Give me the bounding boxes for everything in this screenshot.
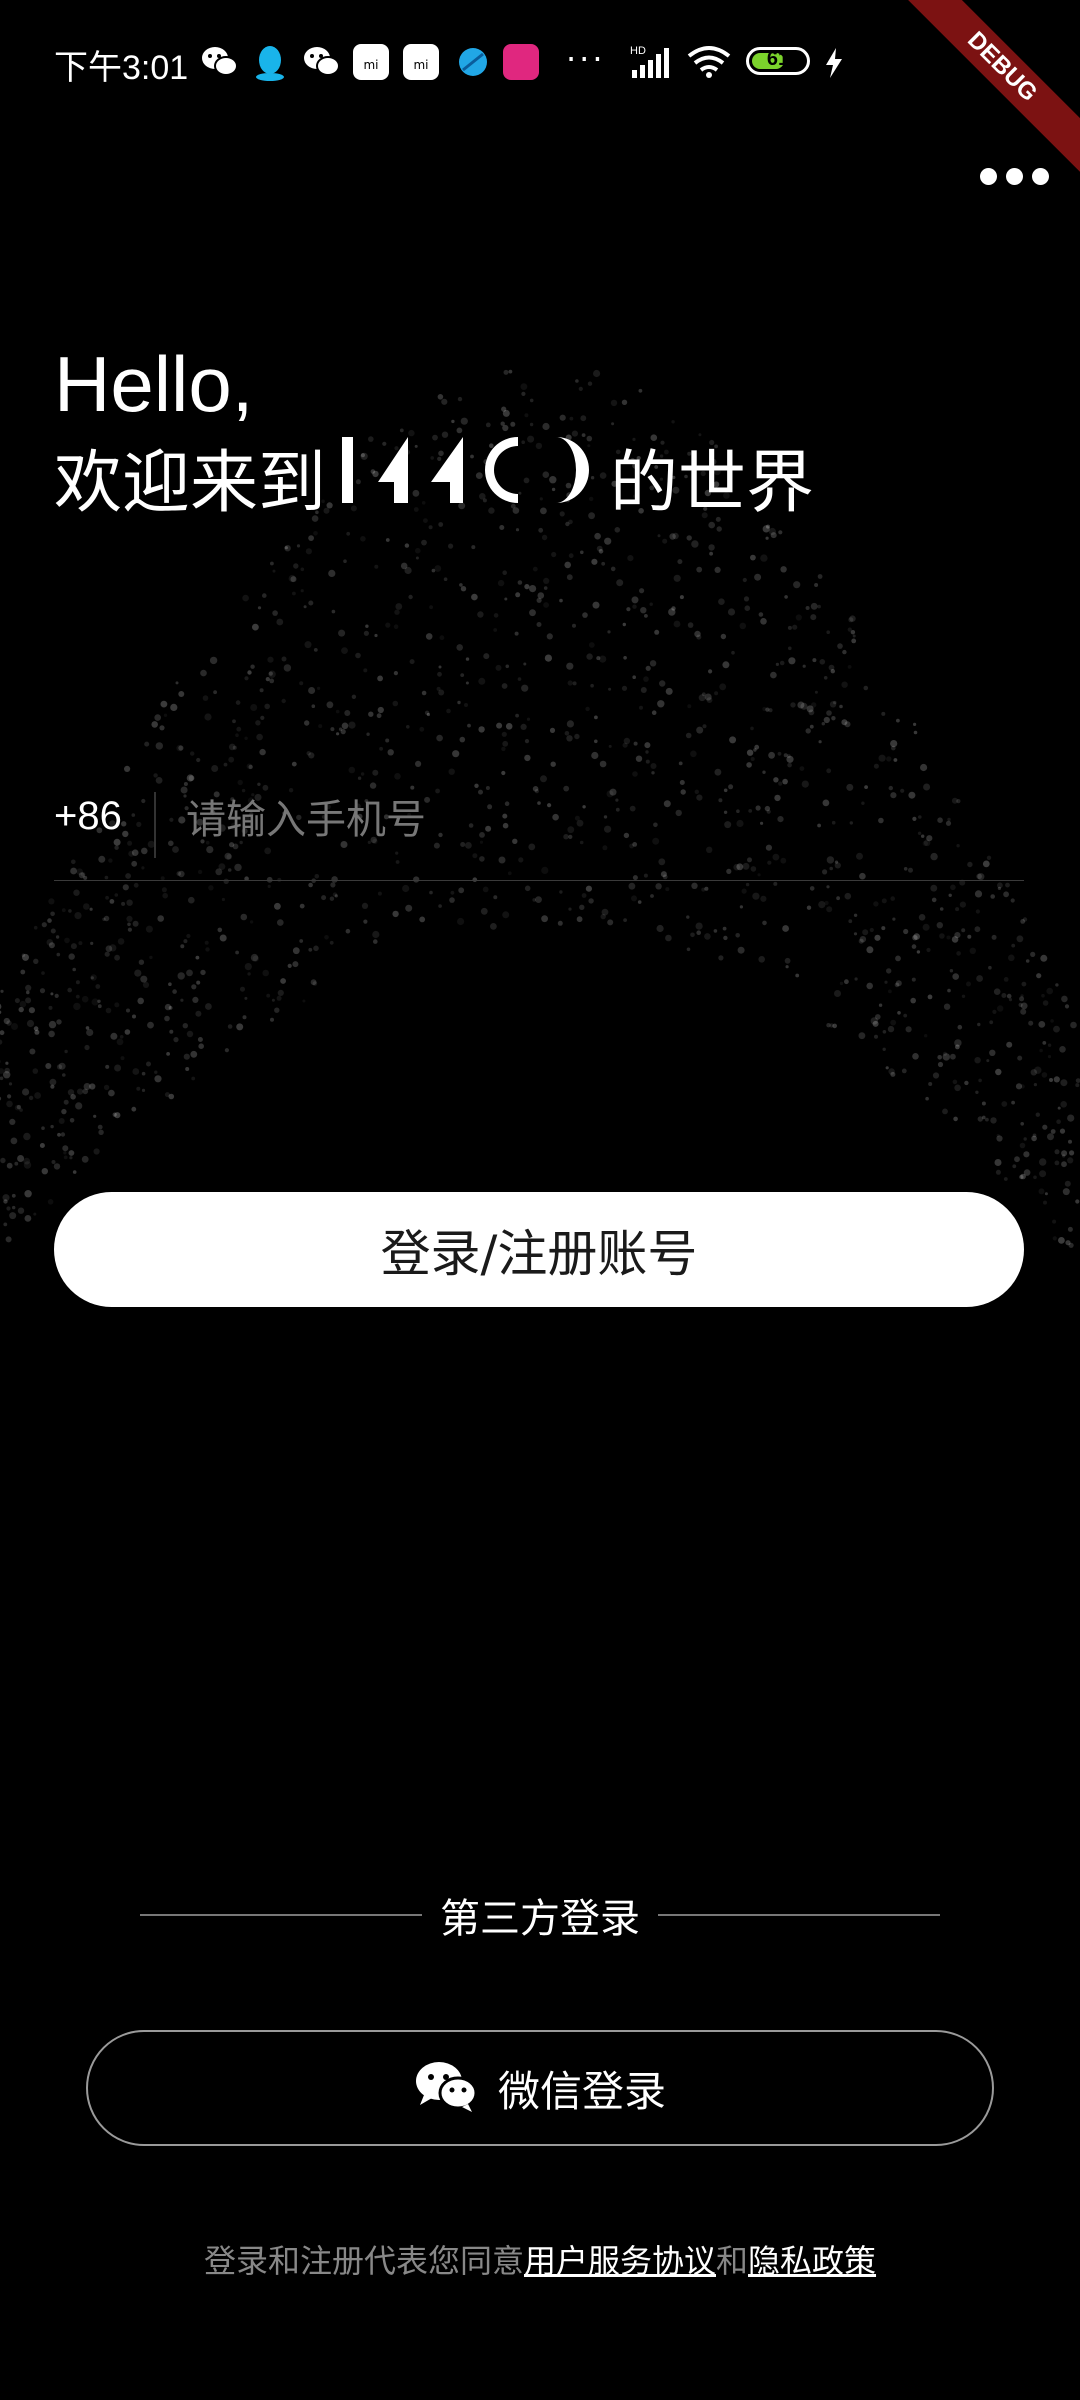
user-agreement-link[interactable]: 用户服务协议	[524, 2242, 716, 2280]
signal-icon: HD	[630, 44, 674, 84]
charging-icon	[824, 48, 844, 82]
divider-line	[140, 1914, 422, 1916]
privacy-policy-link[interactable]: 隐私政策	[748, 2242, 876, 2280]
dot-icon	[980, 168, 997, 185]
greeting: Hello, 欢迎来到 的世界	[54, 334, 814, 534]
country-code-selector[interactable]: +86	[54, 794, 122, 839]
status-bar: 下午3:01 mi mi ··· HD 61	[0, 0, 1080, 130]
third-party-login-divider: 第三方登录	[140, 1885, 940, 1945]
agreement-conjunction: 和	[716, 2242, 749, 2280]
battery-percent: 61	[766, 48, 790, 70]
dot-icon	[1006, 168, 1023, 185]
welcome-text: 欢迎来到 的世界	[54, 434, 814, 534]
battery-icon: 61	[746, 47, 810, 75]
phone-input-row: +86	[54, 770, 1024, 881]
wifi-icon	[686, 44, 732, 84]
wechat-login-label: 微信登录	[497, 2066, 666, 2116]
phone-number-input[interactable]	[184, 784, 1008, 856]
divider-line	[658, 1914, 940, 1916]
welcome-suffix: 的世界	[610, 444, 815, 523]
agreement-text: 登录和注册代表您同意用户服务协议和隐私政策	[0, 2236, 1080, 2282]
svg-text:mi: mi	[363, 58, 378, 72]
status-time: 下午3:01	[54, 49, 189, 87]
login-register-button[interactable]: 登录/注册账号	[54, 1192, 1024, 1307]
hello-text: Hello,	[54, 340, 254, 428]
dot-icon	[1032, 168, 1049, 185]
third-party-login-title: 第三方登录	[440, 1896, 640, 1942]
wechat-icon	[414, 2059, 478, 2117]
brand-logo	[338, 434, 600, 534]
network-type-label: HD	[630, 45, 646, 57]
wechat-icon	[200, 44, 238, 80]
mi-store-icon: mi	[353, 44, 389, 80]
wechat-login-button[interactable]: 微信登录	[86, 2030, 994, 2146]
more-options-button[interactable]	[976, 160, 1056, 190]
agreement-prefix: 登录和注册代表您同意	[203, 2242, 524, 2280]
app-icon	[503, 44, 539, 80]
browser-icon	[455, 44, 491, 80]
more-notifications-icon: ···	[566, 40, 606, 78]
svg-text:mi: mi	[413, 58, 428, 72]
qq-icon	[253, 44, 289, 81]
mi-store-icon: mi	[403, 44, 439, 80]
divider	[154, 792, 156, 858]
wechat-icon	[302, 44, 340, 80]
welcome-prefix: 欢迎来到	[54, 444, 327, 523]
